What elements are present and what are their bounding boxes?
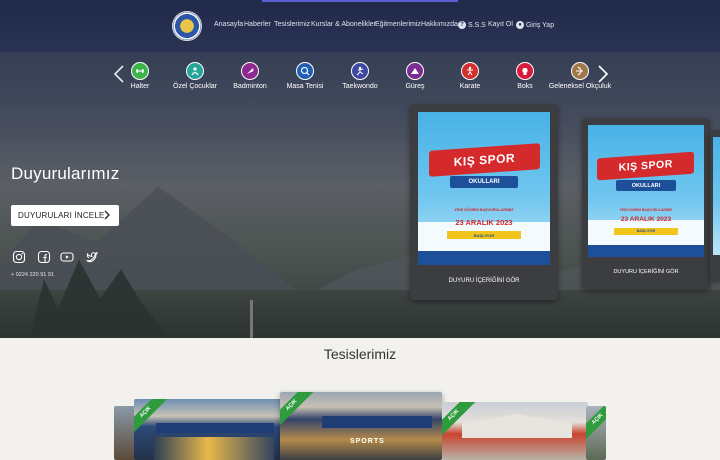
- table-tennis-icon: [296, 62, 314, 80]
- chevron-right-icon: [104, 210, 110, 220]
- facilities-title: Tesislerimiz: [323, 346, 397, 362]
- twitter-icon[interactable]: [85, 250, 99, 264]
- announcement-caption: DUYURU İÇERİĞİNİ GÖR: [613, 269, 679, 275]
- announcement-poster: [713, 137, 720, 255]
- user-icon: ●: [516, 21, 524, 29]
- top-accent-line: [262, 0, 458, 2]
- weightlifting-icon: [131, 62, 149, 80]
- poster-date: 23 ARALIK 2023: [620, 216, 672, 224]
- nav-item-home[interactable]: Anasayfa: [214, 21, 243, 28]
- wrestling-icon: [406, 62, 424, 80]
- announcements-title: Duyurularımız: [11, 164, 120, 183]
- nav-item-trainers[interactable]: Eğitmenlerimiz: [375, 21, 421, 28]
- poster-title: KIŞ SPOR: [597, 151, 695, 182]
- phone-number[interactable]: + 0224 220 91 91: [11, 272, 54, 278]
- facility-card-partial[interactable]: AÇIK: [586, 406, 606, 460]
- poster-subtitle: OKULLARI: [449, 176, 519, 189]
- announcement-card[interactable]: KIŞ SPOR OKULLARI YENİ DÖNEM BAŞVURULARI…: [582, 118, 710, 289]
- facility-sign-board: [322, 416, 432, 428]
- nav-item-facilities[interactable]: Tesislerimiz: [274, 21, 310, 28]
- open-badge: AÇIK: [586, 406, 606, 442]
- announcement-card[interactable]: KIŞ SPOR OKULLARI YENİ DÖNEM BAŞVURULARI…: [410, 104, 558, 300]
- poster-date: 23 ARALIK 2023: [455, 217, 513, 227]
- facility-card[interactable]: AÇIK: [442, 402, 588, 460]
- sport-item-archery[interactable]: Geleneksel Okçuluk: [545, 62, 615, 90]
- facebook-icon[interactable]: [37, 250, 51, 264]
- poster-subtitle: OKULLARI: [615, 180, 677, 191]
- archery-icon: [571, 62, 589, 80]
- nav-item-news[interactable]: Haberler: [244, 21, 271, 28]
- facility-card-partial[interactable]: [114, 406, 136, 460]
- poster-footer: [588, 245, 704, 257]
- login-label: Giriş Yap: [525, 21, 555, 29]
- hero-pole: [250, 300, 253, 338]
- poster-title: KIŞ SPOR: [428, 143, 540, 178]
- karate-icon: [461, 62, 479, 80]
- site-logo[interactable]: [172, 11, 202, 41]
- facility-sign-board: [156, 423, 274, 433]
- facility-storefront: [154, 437, 274, 460]
- question-icon: ?: [458, 21, 466, 29]
- poster-footer: [418, 251, 550, 265]
- open-badge: AÇIK: [280, 392, 315, 428]
- instagram-icon[interactable]: [12, 250, 26, 264]
- announcement-poster: KIŞ SPOR OKULLARI YENİ DÖNEM BAŞVURULARI…: [418, 112, 550, 265]
- nav-item-login[interactable]: ● Giriş Yap: [516, 21, 554, 29]
- facility-card[interactable]: AÇIK: [134, 399, 282, 460]
- facility-sign-text: SPORTS: [350, 438, 385, 445]
- taekwondo-icon: [351, 62, 369, 80]
- view-announcements-button[interactable]: DUYURULARI İNCELE: [11, 205, 119, 226]
- nav-item-register[interactable]: Kayıt Ol: [488, 21, 513, 28]
- nav-item-courses[interactable]: Kurslar & Abonelikler: [311, 21, 376, 28]
- special-kids-icon: [186, 62, 204, 80]
- announcement-poster: KIŞ SPOR OKULLARI YENİ DÖNEM BAŞVURULARI…: [588, 125, 704, 257]
- poster-note: YENİ DÖNEM BAŞVURULARIMIZ: [619, 208, 673, 213]
- facility-building: [462, 414, 572, 438]
- badminton-icon: [241, 62, 259, 80]
- poster-tag: BAŞLIYOR: [613, 227, 679, 235]
- faq-label: S.S.S: [467, 21, 486, 29]
- announcement-caption: DUYURU İÇERİĞİNİ GÖR: [448, 278, 520, 284]
- nav-item-about[interactable]: Hakkımızda: [421, 21, 458, 28]
- announcement-card-partial[interactable]: [710, 130, 720, 280]
- button-label: DUYURULARI İNCELE: [18, 211, 105, 220]
- poster-tag: BAŞLIYOR: [447, 231, 521, 239]
- nav-item-faq[interactable]: ? S.S.S: [458, 21, 486, 29]
- youtube-icon[interactable]: [60, 250, 74, 264]
- facility-card[interactable]: SPORTS AÇIK: [280, 392, 442, 460]
- poster-note: YENİ DÖNEM BAŞVURULARIMIZ: [454, 208, 514, 213]
- sport-label: Geleneksel Okçuluk: [548, 83, 612, 90]
- boxing-icon: [516, 62, 534, 80]
